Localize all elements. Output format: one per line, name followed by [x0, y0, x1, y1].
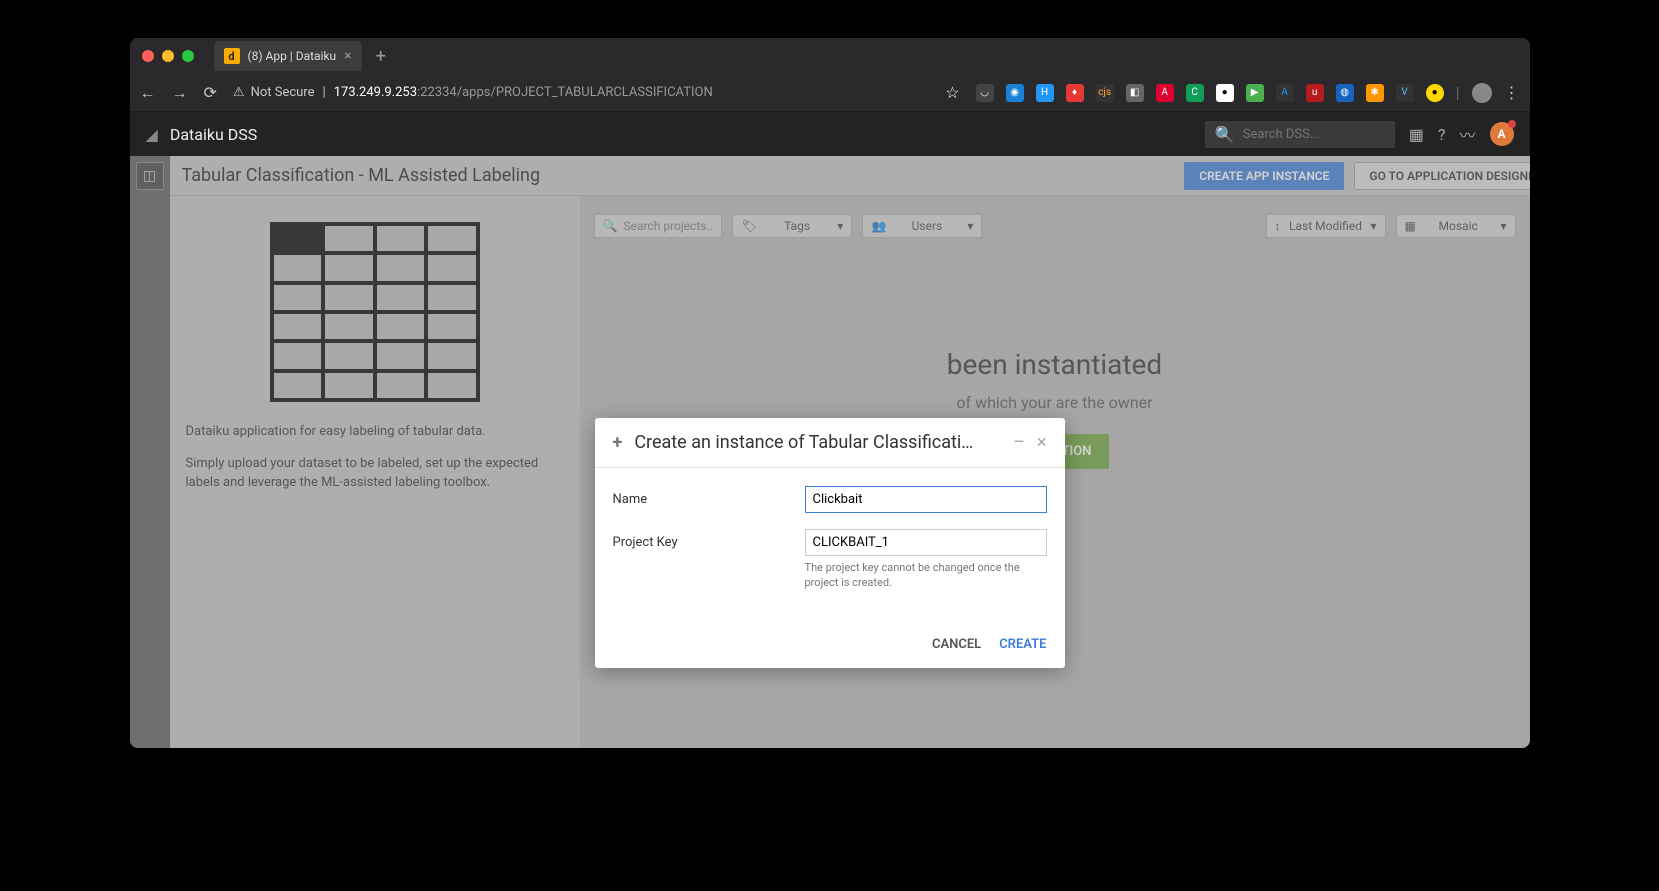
modal-footer: CANCEL CREATE — [595, 625, 1065, 668]
ublock-icon[interactable]: u — [1306, 84, 1324, 102]
app-header: ◢ Dataiku DSS 🔍 ▦ ? 〰 A — [130, 112, 1530, 156]
search-input[interactable] — [1243, 127, 1385, 142]
vue-icon[interactable]: V — [1396, 84, 1414, 102]
ext-icon-7[interactable]: ▶ — [1246, 84, 1264, 102]
apps-grid-icon[interactable]: ▦ — [1409, 125, 1424, 144]
forward-button[interactable]: → — [172, 83, 188, 103]
create-instance-modal: + Create an instance of Tabular Classifi… — [595, 418, 1065, 668]
extension-icons: ◡ ◉ H ♦ cjs ◧ A C ● ▶ A u ◍ ✱ V ● | ⋮ — [976, 83, 1520, 103]
project-key-label: Project Key — [613, 529, 793, 550]
ext-icon-4[interactable]: ◧ — [1126, 84, 1144, 102]
window-close[interactable] — [142, 50, 154, 62]
project-key-row: Project Key The project key cannot be ch… — [613, 529, 1047, 591]
modal-title: Create an instance of Tabular Classifica… — [634, 432, 1001, 453]
page-body: Tabular Classification - ML Assisted Lab… — [130, 156, 1530, 748]
pocket-icon[interactable]: ◡ — [976, 84, 994, 102]
window-min[interactable] — [162, 50, 174, 62]
address-bar: ← → ⟳ ⚠ Not Secure | 173.249.9.253:22334… — [130, 74, 1530, 112]
project-key-hint: The project key cannot be changed once t… — [805, 560, 1047, 591]
nav-buttons: ← → ⟳ — [140, 83, 217, 103]
global-search[interactable]: 🔍 — [1205, 121, 1395, 148]
user-avatar[interactable]: A — [1490, 122, 1514, 146]
ext-icon-cjs[interactable]: cjs — [1096, 84, 1114, 102]
name-input[interactable] — [805, 486, 1047, 513]
traffic-lights — [142, 50, 194, 62]
profile-avatar[interactable] — [1472, 83, 1492, 103]
title-bar: d (8) App | Dataiku × + — [130, 38, 1530, 74]
window-max[interactable] — [182, 50, 194, 62]
url-field[interactable]: ⚠ Not Secure | 173.249.9.253:22334/apps/… — [233, 85, 929, 100]
help-icon[interactable]: ? — [1438, 125, 1446, 144]
bookmark-star-icon[interactable]: ☆ — [945, 83, 959, 102]
modal-minimize-icon[interactable]: – — [1013, 432, 1025, 453]
ext-icon-9[interactable]: ◍ — [1336, 84, 1354, 102]
ext-icon-2[interactable]: H — [1036, 84, 1054, 102]
browser-window: d (8) App | Dataiku × + ← → ⟳ ⚠ Not Secu… — [130, 38, 1530, 748]
not-secure-label: Not Secure — [251, 85, 315, 100]
cancel-button[interactable]: CANCEL — [932, 637, 981, 652]
ext-icon-11[interactable]: ● — [1426, 84, 1444, 102]
ext-icon-6[interactable]: ● — [1216, 84, 1234, 102]
create-button[interactable]: CREATE — [999, 637, 1046, 652]
ext-divider: | — [1456, 83, 1460, 102]
modal-body: Name Project Key The project key cannot … — [595, 468, 1065, 625]
app-brand[interactable]: Dataiku DSS — [170, 125, 257, 144]
tab-title: (8) App | Dataiku — [248, 49, 337, 63]
new-tab-button[interactable]: + — [376, 46, 386, 67]
url-separator: | — [323, 85, 326, 100]
url-host: 173.249.9.253 — [334, 85, 417, 100]
name-label: Name — [613, 486, 793, 507]
security-indicator[interactable]: ⚠ Not Secure — [233, 85, 315, 100]
ext-icon-8[interactable]: A — [1276, 84, 1294, 102]
angular-icon[interactable]: A — [1156, 84, 1174, 102]
modal-close-icon[interactable]: × — [1037, 432, 1047, 453]
ext-icon-3[interactable]: ♦ — [1066, 84, 1084, 102]
ext-icon-1[interactable]: ◉ — [1006, 84, 1024, 102]
search-icon: 🔍 — [1215, 125, 1235, 144]
project-key-input[interactable] — [805, 529, 1047, 556]
tab-close-icon[interactable]: × — [344, 48, 351, 64]
ext-icon-5[interactable]: C — [1186, 84, 1204, 102]
browser-menu-icon[interactable]: ⋮ — [1504, 83, 1520, 102]
modal-header: + Create an instance of Tabular Classifi… — [595, 418, 1065, 468]
reload-button[interactable]: ⟳ — [204, 83, 217, 103]
dataiku-logo-icon[interactable]: ◢ — [146, 125, 158, 144]
name-field-row: Name — [613, 486, 1047, 513]
tab-favicon: d — [224, 48, 240, 64]
header-right: 🔍 ▦ ? 〰 A — [1205, 121, 1514, 148]
plus-icon: + — [613, 432, 623, 453]
warning-icon: ⚠ — [233, 85, 245, 100]
url-path: :22334/apps/PROJECT_TABULARCLASSIFICATIO… — [417, 85, 713, 100]
activity-icon[interactable]: 〰 — [1459, 122, 1475, 146]
ext-icon-10[interactable]: ✱ — [1366, 84, 1384, 102]
back-button[interactable]: ← — [140, 83, 156, 103]
app-content: ◢ Dataiku DSS 🔍 ▦ ? 〰 A Tabular Classifi… — [130, 112, 1530, 748]
browser-tab[interactable]: d (8) App | Dataiku × — [214, 41, 362, 71]
